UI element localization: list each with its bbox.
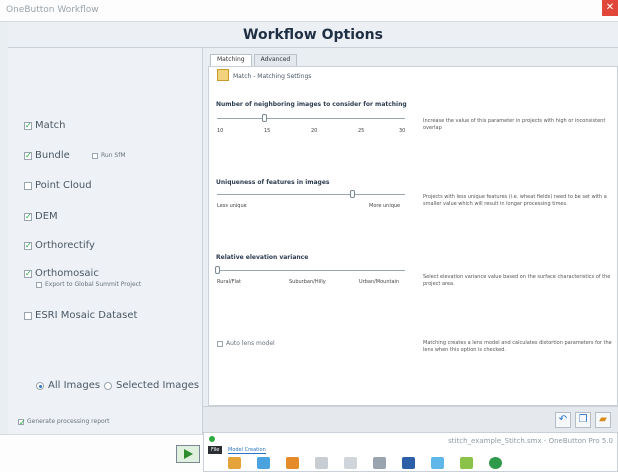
esri-mosaic-checkbox[interactable]: ESRI Mosaic Dataset — [24, 310, 137, 321]
auto-lens-description: Matching creates a lens model and calcul… — [423, 340, 612, 353]
run-sfm-label: Run SfM — [101, 152, 126, 159]
radio-selected-icon — [36, 381, 44, 390]
matching-settings-panel: Match - Matching Settings Number of neig… — [208, 66, 618, 406]
radio-unselected-icon — [104, 381, 112, 390]
globe-icon[interactable] — [489, 457, 502, 469]
slider-tick-label: 30 — [399, 128, 406, 134]
checkbox-unchecked-icon — [217, 340, 223, 347]
elevation-slider-thumb[interactable] — [215, 266, 220, 274]
uniqueness-slider-thumb[interactable] — [350, 190, 356, 198]
file-menu[interactable]: File — [208, 446, 223, 454]
panel-toolbar: ↶ ❐ ▰ — [203, 406, 618, 434]
checkbox-checked-icon: ✓ — [18, 417, 26, 427]
copy-icon[interactable]: ❐ — [575, 412, 591, 428]
bundle-checkbox[interactable]: ✓ Bundle — [24, 150, 70, 161]
slider-tick-label: 20 — [311, 128, 318, 134]
section-title: Match - Matching Settings — [233, 73, 312, 80]
auto-lens-checkbox[interactable]: Auto lens model — [217, 340, 275, 347]
uniqueness-description: Projects with less unique features (i.e.… — [423, 194, 607, 207]
grid-icon[interactable] — [315, 457, 328, 469]
neighbors-slider-label: Number of neighboring images to consider… — [216, 101, 407, 108]
checkbox-unchecked-icon — [24, 311, 32, 320]
checkbox-unchecked-icon — [24, 181, 32, 190]
neighbors-slider-track[interactable] — [217, 118, 405, 119]
match-settings-icon — [217, 69, 229, 81]
all-images-radio[interactable]: All Images — [36, 380, 100, 391]
status-dot-icon — [209, 436, 215, 442]
checkbox-checked-icon: ✓ — [24, 268, 32, 278]
settings-icon[interactable] — [402, 457, 415, 469]
dem-label: DEM — [35, 211, 58, 222]
uniqueness-max-label: More unique — [369, 203, 401, 209]
uniqueness-slider-label: Uniqueness of features in images — [216, 179, 330, 186]
app-ribbon: stitch_example_Stitch.smx - OneButton Pr… — [203, 432, 618, 472]
layers-icon[interactable] — [373, 457, 386, 469]
point-cloud-label: Point Cloud — [35, 180, 92, 191]
window-title: OneButton Workflow — [6, 5, 99, 15]
tab-matching[interactable]: Matching — [210, 54, 252, 66]
match-label: Match — [35, 120, 66, 131]
uniqueness-min-label: Less unique — [217, 203, 247, 209]
orthorectify-label: Orthorectify — [35, 240, 95, 251]
generate-report-label: Generate processing report — [27, 418, 110, 425]
checkbox-checked-icon: ✓ — [24, 120, 32, 130]
images-icon[interactable] — [257, 457, 270, 469]
run-button[interactable] — [176, 445, 200, 463]
orthomosaic-checkbox[interactable]: ✓ Orthomosaic — [24, 268, 99, 279]
match-checkbox[interactable]: ✓ Match — [24, 120, 66, 131]
orthorectify-checkbox[interactable]: ✓ Orthorectify — [24, 240, 95, 251]
options-header: Workflow Options — [8, 22, 618, 48]
elevation-tick-label: Urban/Mountain — [359, 279, 400, 285]
elevation-tick-label: Rural/Flat — [217, 279, 241, 285]
neighbors-slider-thumb[interactable] — [262, 114, 267, 122]
point-cloud-checkbox[interactable]: Point Cloud — [24, 180, 92, 191]
neighbors-description: Increase the value of this parameter in … — [423, 118, 606, 131]
all-images-label: All Images — [48, 380, 101, 391]
undo-icon[interactable]: ↶ — [555, 412, 571, 428]
export-global-summit-label: Export to Global Summit Project — [45, 281, 142, 288]
export-global-summit-checkbox[interactable]: Export to Global Summit Project — [36, 281, 141, 288]
elevation-tick-label: Suburban/Hilly — [289, 279, 326, 285]
map-icon[interactable] — [431, 457, 444, 469]
slider-tick-label: 25 — [358, 128, 365, 134]
orthomosaic-label: Orthomosaic — [35, 268, 99, 279]
run-sfm-checkbox[interactable]: Run SfM — [92, 152, 126, 159]
elevation-slider-label: Relative elevation variance — [216, 254, 309, 261]
checkbox-checked-icon: ✓ — [24, 150, 32, 160]
bundle-label: Bundle — [35, 150, 70, 161]
title-bar: OneButton Workflow ✕ — [0, 0, 618, 22]
terrain-icon[interactable] — [460, 457, 473, 469]
slider-tick-label: 15 — [264, 128, 271, 134]
generate-report-checkbox[interactable]: ✓ Generate processing report — [18, 417, 110, 427]
checkbox-unchecked-icon — [36, 281, 42, 288]
tab-advanced[interactable]: Advanced — [253, 54, 298, 66]
options-tabs: Matching Advanced — [210, 54, 299, 66]
dem-checkbox[interactable]: ✓ DEM — [24, 211, 58, 222]
tab-model-creation[interactable]: Model Creation — [228, 447, 266, 454]
app-status-text: stitch_example_Stitch.smx - OneButton Pr… — [448, 437, 613, 445]
selected-images-label: Selected Images — [116, 380, 200, 391]
checkbox-checked-icon: ✓ — [24, 211, 32, 221]
table-icon[interactable] — [344, 457, 357, 469]
esri-mosaic-label: ESRI Mosaic Dataset — [35, 310, 138, 321]
checkbox-unchecked-icon — [92, 152, 98, 159]
ribbon-icons — [228, 457, 518, 469]
elevation-description: Select elevation variance value based on… — [423, 274, 611, 287]
auto-lens-label: Auto lens model — [226, 340, 275, 347]
slider-tick-label: 10 — [217, 128, 224, 134]
edit-icon[interactable] — [228, 457, 241, 469]
folder-icon[interactable]: ▰ — [595, 412, 611, 428]
close-button[interactable]: ✕ — [602, 0, 618, 16]
page-title: Workflow Options — [243, 27, 383, 43]
selected-images-radio[interactable]: Selected Images — [104, 380, 199, 391]
elevation-slider-track[interactable] — [217, 270, 405, 271]
document-icon[interactable] — [286, 457, 299, 469]
uniqueness-slider-track[interactable] — [217, 194, 405, 195]
checkbox-checked-icon: ✓ — [24, 240, 32, 250]
